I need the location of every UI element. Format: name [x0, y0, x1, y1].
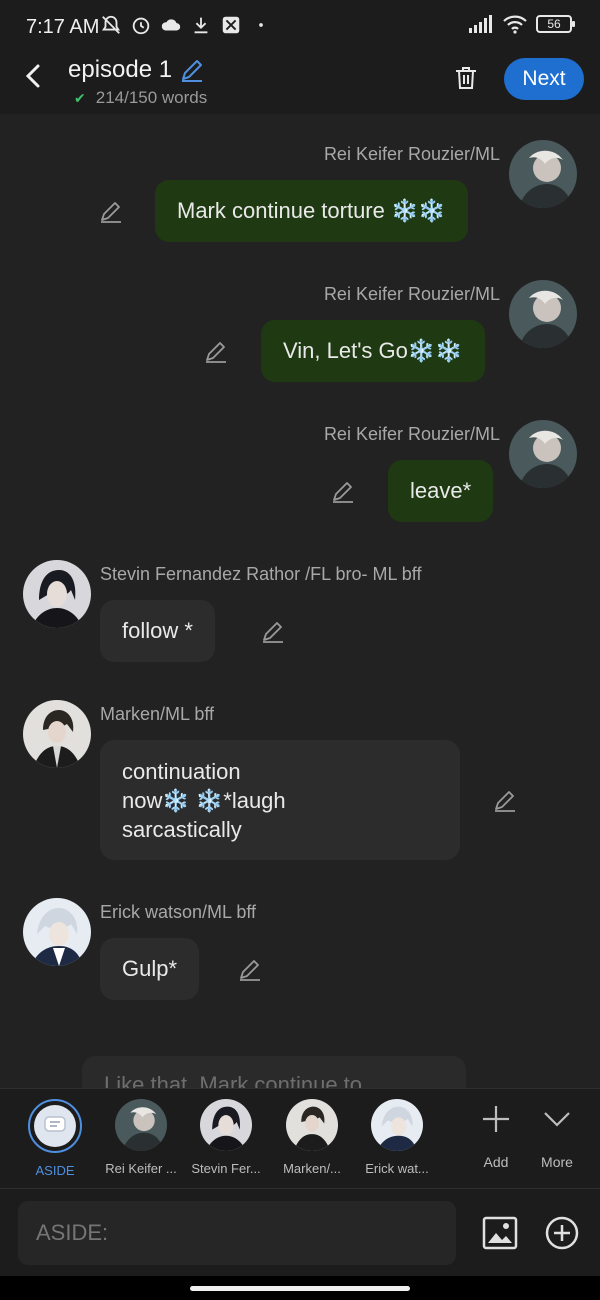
avatar-rei[interactable]: [509, 280, 577, 348]
character-avatar: [200, 1099, 252, 1151]
comment-icon: [44, 1116, 66, 1132]
image-icon[interactable]: [482, 1215, 518, 1251]
more-label: More: [541, 1154, 573, 1170]
aside-avatar: [28, 1099, 82, 1153]
message-line: sarcastically: [122, 817, 242, 842]
character-selector: ASIDE Rei Keifer ... Stevin Fer... Marke…: [0, 1088, 600, 1188]
mute-bell-icon: [101, 15, 121, 34]
word-count-label: 214/150 words: [95, 88, 208, 107]
message-author: Rei Keifer Rouzier/ML: [323, 144, 500, 164]
partial-message-bubble[interactable]: Like that, Mark continue to: [82, 1056, 466, 1088]
message-bubble[interactable]: leave*: [388, 460, 494, 522]
download-icon: [194, 17, 208, 34]
more-button[interactable]: More: [527, 1103, 587, 1170]
plus-icon: [483, 1106, 509, 1132]
avatar-stevin[interactable]: [23, 560, 91, 628]
message-author: Rei Keifer Rouzier/ML: [323, 424, 500, 444]
wifi-icon: [503, 15, 527, 34]
message-author: Rei Keifer Rouzier/ML: [323, 284, 500, 304]
battery-indicator: 56: [536, 15, 575, 33]
system-icons: 56: [468, 14, 575, 34]
add-character-button[interactable]: Add: [466, 1103, 526, 1170]
avatar-rei[interactable]: [509, 420, 577, 488]
edit-message-pencil-icon[interactable]: [237, 957, 263, 983]
message-bubble[interactable]: continuation now❄️ ❄️*laugh sarcasticall…: [100, 740, 460, 860]
cloud-icon: [161, 19, 181, 31]
edit-message-pencil-icon[interactable]: [492, 788, 518, 814]
edit-title-pencil-icon[interactable]: [178, 56, 206, 84]
edit-message-pencil-icon[interactable]: [330, 479, 356, 505]
edit-message-pencil-icon[interactable]: [203, 339, 229, 365]
add-label: Add: [483, 1154, 509, 1170]
clock: 7:17 AM: [26, 16, 100, 38]
character-avatar: [286, 1099, 338, 1151]
app-header: episode 1 ✔ 214/150 words Next: [0, 54, 600, 114]
edit-message-pencil-icon[interactable]: [260, 619, 286, 645]
message-author: Erick watson/ML bff: [100, 902, 257, 922]
trash-icon[interactable]: [452, 64, 480, 92]
avatar-erick[interactable]: [23, 898, 91, 966]
character-aside[interactable]: ASIDE: [10, 1099, 100, 1178]
notification-icons: [100, 14, 272, 36]
chat-area[interactable]: Rei Keifer Rouzier/ML Mark continue tort…: [0, 114, 600, 1088]
signal-icon: [469, 15, 492, 33]
home-indicator[interactable]: [190, 1286, 410, 1291]
next-button[interactable]: Next: [504, 58, 584, 100]
avatar-rei[interactable]: [509, 140, 577, 208]
dot-icon: [259, 23, 263, 27]
character-rei[interactable]: Rei Keifer ...: [96, 1099, 186, 1176]
message-bubble[interactable]: Gulp*: [100, 938, 200, 1000]
message-author: Marken/ML bff: [100, 704, 215, 724]
character-label: Marken/...: [283, 1161, 341, 1176]
message-bubble[interactable]: Mark continue torture ❄️❄️: [155, 180, 468, 242]
character-label: Stevin Fer...: [191, 1161, 261, 1176]
character-label: Erick wat...: [365, 1161, 429, 1176]
character-avatar: [371, 1099, 423, 1151]
alarm-icon: [132, 17, 150, 35]
character-label: ASIDE: [35, 1163, 75, 1178]
character-stevin[interactable]: Stevin Fer...: [181, 1099, 271, 1176]
avatar-marken[interactable]: [23, 700, 91, 768]
word-count: ✔ 214/150 words: [74, 88, 207, 108]
character-marken[interactable]: Marken/...: [267, 1099, 357, 1176]
message-input[interactable]: [18, 1201, 456, 1265]
add-circle-icon[interactable]: [544, 1215, 580, 1251]
message-line: continuation: [122, 759, 241, 784]
character-label: Rei Keifer ...: [105, 1161, 177, 1176]
back-arrow-icon[interactable]: [20, 62, 48, 90]
check-icon: ✔: [74, 89, 86, 106]
status-bar: 7:17 AM 56: [0, 0, 600, 54]
character-avatar: [115, 1099, 167, 1151]
app-notification-icon: [222, 16, 240, 34]
compose-bar: [0, 1188, 600, 1276]
episode-title: episode 1: [68, 56, 173, 83]
message-bubble[interactable]: Vin, Let's Go❄️❄️: [261, 320, 485, 382]
system-nav-bar: [0, 1276, 600, 1300]
character-erick[interactable]: Erick wat...: [352, 1099, 442, 1176]
message-bubble[interactable]: follow *: [100, 600, 215, 662]
message-author: Stevin Fernandez Rathor /FL bro- ML bff: [100, 564, 422, 584]
message-line: now❄️ ❄️*laugh: [122, 788, 286, 813]
edit-message-pencil-icon[interactable]: [98, 199, 124, 225]
chevron-down-icon: [544, 1112, 570, 1127]
